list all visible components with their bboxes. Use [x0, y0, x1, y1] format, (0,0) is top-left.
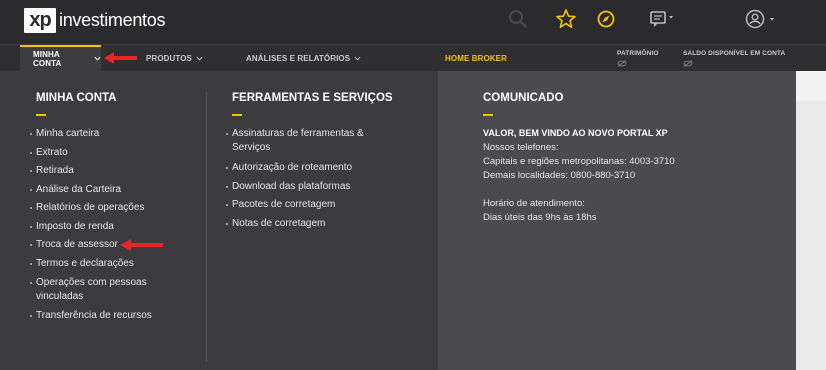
- chat-icon[interactable]: [648, 8, 676, 30]
- top-bar: xp investimentos: [0, 0, 826, 44]
- nav-home-broker[interactable]: HOME BROKER: [445, 45, 507, 72]
- nav-minha-conta[interactable]: MINHA CONTA: [20, 45, 101, 72]
- link-pacotes-corretagem[interactable]: Pacotes de corretagem: [232, 198, 335, 212]
- ferramentas-title: FERRAMENTAS E SERVIÇOS: [232, 92, 393, 104]
- link-autorizacao-roteamento[interactable]: Autorização de roteamento: [232, 161, 352, 175]
- nav-analises-label: ANÁLISES E RELATÓRIOS: [246, 54, 351, 63]
- minha-conta-title: MINHA CONTA: [36, 92, 117, 104]
- bullet: [30, 226, 32, 228]
- comunicado-line: Dias úteis das 9hs às 18hs: [483, 212, 597, 223]
- bullet: [226, 167, 228, 169]
- comunicado-line: Capitais e regiões metropolitanas: 4003-…: [483, 156, 675, 167]
- nav-produtos[interactable]: PRODUTOS: [146, 45, 203, 72]
- bullet: [30, 315, 32, 317]
- link-retirada[interactable]: Retirada: [36, 164, 74, 178]
- title-underline: [36, 114, 46, 116]
- bullet: [30, 152, 32, 154]
- logo-text: investimentos: [59, 9, 166, 30]
- annotation-arrow-icon: [120, 239, 163, 251]
- nav-analises[interactable]: ANÁLISES E RELATÓRIOS: [246, 45, 361, 72]
- compass-icon[interactable]: [595, 8, 617, 30]
- bullet: [30, 207, 32, 209]
- column-divider: [206, 92, 207, 362]
- nav-home-broker-label: HOME BROKER: [445, 54, 507, 63]
- link-termos-declaracoes[interactable]: Termos e declarações: [36, 257, 134, 271]
- bullet: [226, 133, 228, 135]
- bullet: [226, 186, 228, 188]
- chevron-down-icon: [354, 56, 361, 61]
- search-icon[interactable]: [507, 8, 529, 30]
- link-minha-carteira[interactable]: Minha carteira: [36, 127, 99, 141]
- user-icon[interactable]: [744, 8, 776, 30]
- xp-logo[interactable]: xp investimentos: [24, 7, 165, 33]
- title-underline: [232, 114, 242, 116]
- bullet: [226, 223, 228, 225]
- bullet: [226, 204, 228, 206]
- saldo-label: SALDO DISPONÍVEL EM CONTA: [683, 50, 786, 57]
- bullet: [30, 244, 32, 246]
- link-extrato[interactable]: Extrato: [36, 146, 68, 160]
- chevron-down-icon: [94, 56, 101, 61]
- link-operacoes-pessoas[interactable]: Operações com pessoas: [36, 276, 147, 290]
- bullet: [30, 282, 32, 284]
- patrimonio-label: PATRIMÔNIO: [617, 50, 659, 57]
- link-assinaturas-cont[interactable]: Serviços: [232, 141, 270, 155]
- page-background: [796, 71, 826, 101]
- bullet: [30, 263, 32, 265]
- comunicado-line: Nossos telefones:: [483, 142, 559, 153]
- link-operacoes-pessoas-cont[interactable]: vinculadas: [36, 290, 83, 304]
- nav-produtos-label: PRODUTOS: [146, 54, 192, 63]
- star-icon[interactable]: [555, 8, 577, 30]
- link-imposto-renda[interactable]: Imposto de renda: [36, 220, 114, 234]
- title-underline: [483, 114, 493, 116]
- link-relatorios-operacoes[interactable]: Relatórios de operações: [36, 201, 144, 215]
- link-assinaturas[interactable]: Assinaturas de ferramentas &: [232, 127, 364, 141]
- annotation-arrow-icon: [104, 52, 137, 64]
- bullet: [30, 170, 32, 172]
- comunicado-line: Demais localidades: 0800-880-3710: [483, 170, 636, 181]
- link-analise-carteira[interactable]: Análise da Carteira: [36, 183, 121, 197]
- chevron-down-icon: [196, 56, 203, 61]
- logo-mark: xp: [24, 7, 56, 33]
- comunicado-title: COMUNICADO: [483, 92, 564, 104]
- link-transferencia-recursos[interactable]: Transferência de recursos: [36, 309, 152, 323]
- bullet: [30, 189, 32, 191]
- hidden-eye-icon[interactable]: [683, 60, 693, 67]
- link-troca-assessor[interactable]: Troca de assessor: [36, 238, 118, 252]
- link-download-plataformas[interactable]: Download das plataformas: [232, 180, 350, 194]
- comunicado-headline: VALOR, BEM VINDO AO NOVO PORTAL XP: [483, 128, 668, 138]
- bullet: [30, 133, 32, 135]
- hidden-eye-icon[interactable]: [617, 60, 627, 67]
- nav-minha-conta-label: MINHA CONTA: [33, 49, 62, 68]
- link-notas-corretagem[interactable]: Notas de corretagem: [232, 217, 325, 231]
- comunicado-line: Horário de atendimento:: [483, 198, 585, 209]
